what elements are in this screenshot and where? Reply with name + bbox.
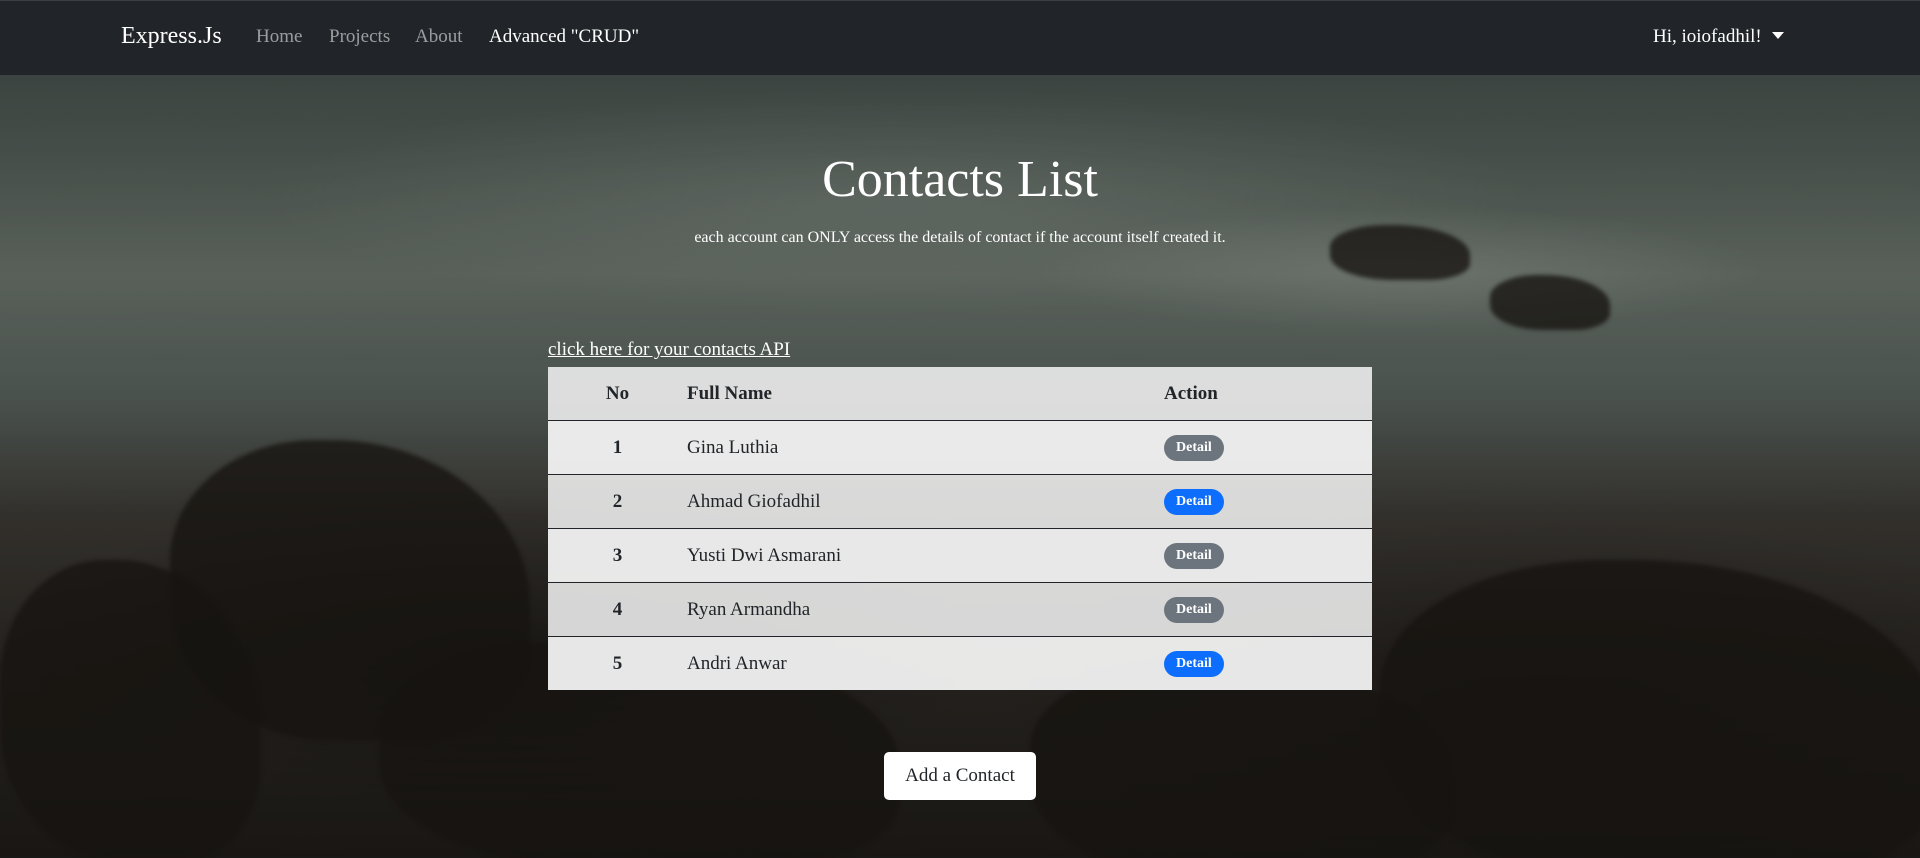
row-number: 5 xyxy=(548,636,687,690)
column-header-full-name: Full Name xyxy=(687,367,1164,421)
user-greeting: Hi, ioiofadhil! xyxy=(1653,26,1762,47)
contacts-api-link[interactable]: click here for your contacts API xyxy=(548,339,790,361)
page-title: Contacts List xyxy=(822,151,1098,208)
caret-down-icon xyxy=(1771,31,1784,39)
table-row: 2 Ahmad Giofadhil Detail xyxy=(548,474,1372,529)
action-cell: Detail xyxy=(1164,636,1372,690)
nav-link-about[interactable]: About xyxy=(415,26,463,48)
action-cell: Detail xyxy=(1164,582,1372,637)
contact-full-name: Yusti Dwi Asmarani xyxy=(687,528,1164,583)
table-header-row: No Full Name Action xyxy=(548,367,1372,421)
nav-link-projects[interactable]: Projects xyxy=(329,26,390,48)
table-row: 4 Ryan Armandha Detail xyxy=(548,582,1372,637)
contacts-table: No Full Name Action 1 Gina Luthia Detail… xyxy=(548,367,1372,690)
row-number: 1 xyxy=(548,420,687,475)
detail-button[interactable]: Detail xyxy=(1164,650,1224,677)
row-number: 2 xyxy=(548,474,687,529)
detail-button[interactable]: Detail xyxy=(1164,434,1224,461)
contact-full-name: Ryan Armandha xyxy=(687,582,1164,637)
detail-button[interactable]: Detail xyxy=(1164,488,1224,515)
table-row: 1 Gina Luthia Detail xyxy=(548,420,1372,475)
table-row: 5 Andri Anwar Detail xyxy=(548,636,1372,690)
column-header-action: Action xyxy=(1164,367,1372,421)
detail-button[interactable]: Detail xyxy=(1164,542,1224,569)
contact-full-name: Gina Luthia xyxy=(687,420,1164,475)
navbar: Express.Js Home Projects About Advanced … xyxy=(0,0,1920,75)
action-cell: Detail xyxy=(1164,474,1372,529)
nav-link-home[interactable]: Home xyxy=(256,26,302,48)
row-number: 4 xyxy=(548,582,687,637)
brand-link[interactable]: Express.Js xyxy=(121,23,222,50)
contact-full-name: Andri Anwar xyxy=(687,636,1164,690)
add-contact-button[interactable]: Add a Contact xyxy=(884,752,1036,800)
page-subtitle: each account can ONLY access the details… xyxy=(694,229,1226,246)
contact-full-name: Ahmad Giofadhil xyxy=(687,474,1164,529)
user-dropdown[interactable]: Hi, ioiofadhil! xyxy=(1653,26,1784,48)
nav-link-advanced-crud[interactable]: Advanced "CRUD" xyxy=(489,26,639,48)
detail-button[interactable]: Detail xyxy=(1164,596,1224,623)
action-cell: Detail xyxy=(1164,420,1372,475)
column-header-no: No xyxy=(548,367,687,421)
action-cell: Detail xyxy=(1164,528,1372,583)
table-row: 3 Yusti Dwi Asmarani Detail xyxy=(548,528,1372,583)
row-number: 3 xyxy=(548,528,687,583)
